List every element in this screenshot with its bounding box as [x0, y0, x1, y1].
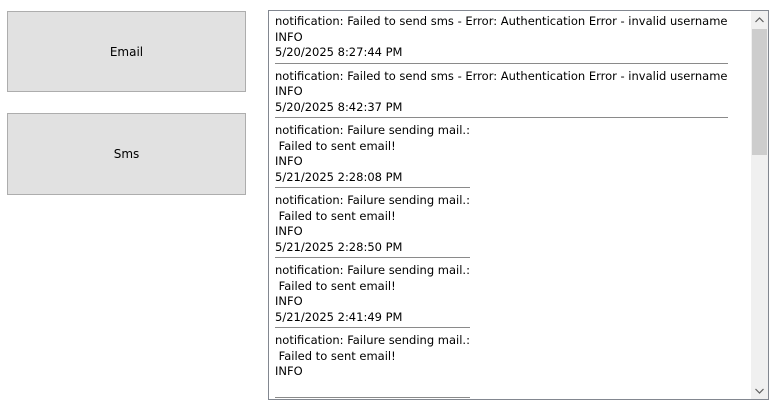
log-entry-message: Failed to sent email! — [275, 138, 396, 153]
log-entry-message: notification: Failure sending mail.: — [275, 263, 470, 277]
log-entry[interactable]: notification: Failure sending mail.: Fai… — [275, 123, 470, 188]
log-entry-row[interactable]: notification: Failure sending mail.: Fai… — [275, 263, 751, 333]
log-entry-level: INFO — [275, 84, 303, 98]
log-entry-message: notification: Failed to send sms - Error… — [275, 68, 728, 83]
log-entry-level: INFO — [275, 294, 303, 308]
log-entry-timestamp: 5/21/2025 2:28:08 PM — [275, 169, 403, 184]
log-entry-message: Failed to sent email! — [275, 278, 396, 293]
log-entry-message: notification: Failure sending mail.: — [275, 193, 470, 207]
log-entry[interactable]: notification: Failure sending mail.: Fai… — [275, 333, 470, 398]
notification-window: Email Sms notification: Failed to send s… — [0, 0, 772, 403]
log-entry-timestamp: 5/21/2025 2:41:49 PM — [275, 309, 403, 324]
email-button-label: Email — [109, 44, 144, 59]
sms-button-label: Sms — [113, 147, 140, 161]
log-entry-row[interactable]: notification: Failed to send sms - Error… — [275, 69, 751, 124]
chevron-down-icon[interactable] — [751, 382, 768, 399]
log-entry-timestamp — [275, 380, 470, 396]
log-entry[interactable]: notification: Failed to send sms - Error… — [275, 68, 728, 118]
log-entry[interactable]: notification: Failure sending mail.: Fai… — [275, 263, 470, 328]
log-entry-message: notification: Failure sending mail.: — [275, 333, 470, 347]
chevron-up-icon[interactable] — [751, 11, 768, 28]
log-entry-level: INFO — [275, 29, 303, 44]
log-entry-timestamp: 5/21/2025 2:28:50 PM — [275, 239, 403, 254]
log-entry-level: INFO — [275, 154, 303, 168]
log-entry-level: INFO — [275, 364, 303, 378]
log-entry-row[interactable]: notification: Failure sending mail.: Fai… — [275, 193, 751, 263]
log-entry-message: notification: Failed to send sms - Error… — [275, 14, 728, 28]
log-entry[interactable]: notification: Failure sending mail.: Fai… — [275, 193, 470, 258]
log-list: notification: Failed to send sms - Error… — [269, 11, 751, 399]
vertical-scrollbar[interactable] — [751, 11, 768, 399]
log-entry-timestamp: 5/20/2025 8:42:37 PM — [275, 99, 403, 114]
log-entry-level: INFO — [275, 224, 303, 238]
log-entry-message: notification: Failure sending mail.: — [275, 123, 470, 137]
log-entry-message: Failed to sent email! — [275, 348, 396, 363]
log-entry-row[interactable]: notification: Failed to send sms - Error… — [275, 14, 751, 69]
log-listbox[interactable]: notification: Failed to send sms - Error… — [268, 10, 769, 400]
scroll-thumb[interactable] — [752, 29, 767, 155]
log-entry-timestamp: 5/20/2025 8:27:44 PM — [275, 45, 403, 59]
email-button[interactable]: Email — [7, 11, 246, 92]
log-entry-message: Failed to sent email! — [275, 208, 396, 223]
log-entry-row[interactable]: notification: Failure sending mail.: Fai… — [275, 333, 751, 399]
log-entry-row[interactable]: notification: Failure sending mail.: Fai… — [275, 123, 751, 193]
log-entry[interactable]: notification: Failed to send sms - Error… — [275, 14, 728, 64]
sms-button[interactable]: Sms — [7, 113, 246, 195]
